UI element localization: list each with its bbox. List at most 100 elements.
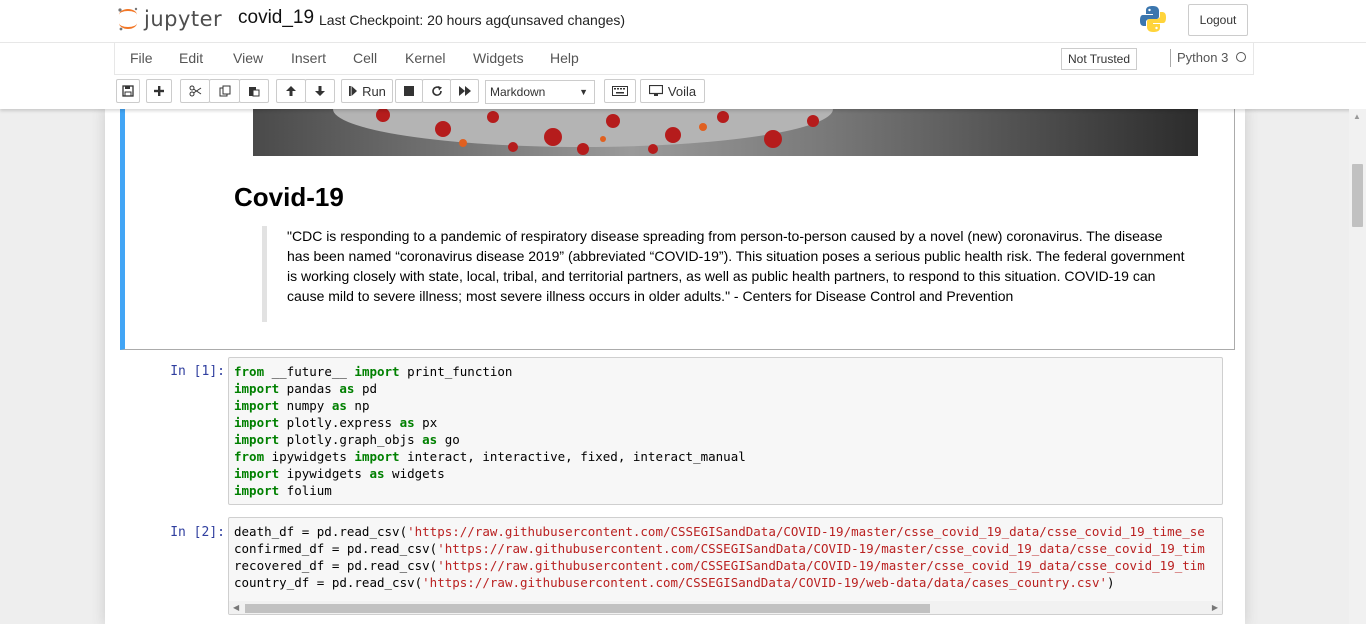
notebook-container: Covid-19 "CDC is responding to a pandemi… <box>105 109 1245 624</box>
logout-button[interactable]: Logout <box>1188 4 1248 36</box>
code-text: recovered_df = pd.read_csv( <box>234 558 438 573</box>
code-string: 'https://raw.githubusercontent.com/CSSEG… <box>437 558 1205 573</box>
move-down-button[interactable] <box>305 79 335 103</box>
code-line: recovered_df = pd.read_csv('https://raw.… <box>234 558 1205 573</box>
code-text: __future__ <box>264 364 355 379</box>
input-prompt: In [1]: <box>170 364 225 379</box>
code-content: death_df = pd.read_csv('https://raw.gith… <box>229 518 1222 596</box>
jupyter-logo[interactable]: jupyter <box>116 5 222 33</box>
run-button[interactable]: Run <box>341 79 393 103</box>
kernel-name: Python 3 <box>1177 50 1229 65</box>
scissors-icon <box>189 85 201 97</box>
chevron-down-icon: ▼ <box>579 87 588 97</box>
page-scrollbar-thumb[interactable] <box>1352 164 1363 227</box>
menu-bar: File Edit View Insert Cell Kernel Widget… <box>114 43 1254 75</box>
code-string: 'https://raw.githubusercontent.com/CSSEG… <box>422 575 1107 590</box>
markdown-cell-selected[interactable]: Covid-19 "CDC is responding to a pandemi… <box>120 109 1235 350</box>
code-line: import ipywidgets as widgets <box>234 466 445 481</box>
menu-insert[interactable]: Insert <box>291 50 326 66</box>
trust-indicator-button[interactable]: Not Trusted <box>1061 48 1138 70</box>
code-text: pd <box>354 381 378 396</box>
horizontal-scrollbar-thumb[interactable] <box>245 604 930 613</box>
code-keyword: from <box>234 364 265 379</box>
scroll-left-icon[interactable]: ◀ <box>233 603 239 612</box>
insert-cell-button[interactable] <box>146 79 172 103</box>
code-keyword: import <box>234 483 280 498</box>
code-text: print_function <box>399 364 513 379</box>
move-up-button[interactable] <box>276 79 306 103</box>
menu-cell[interactable]: Cell <box>353 50 377 66</box>
notebook-name[interactable]: covid_19 <box>238 7 314 29</box>
menu-view[interactable]: View <box>233 50 263 66</box>
code-text: ) <box>1107 575 1115 590</box>
coronavirus-image <box>253 109 1198 156</box>
code-input-area[interactable]: from __future__ import print_function im… <box>228 357 1223 505</box>
code-text: country_df = pd.read_csv( <box>234 575 423 590</box>
save-icon <box>122 85 134 97</box>
code-string: 'https://raw.githubusercontent.com/CSSEG… <box>407 524 1205 539</box>
code-keyword: as <box>331 398 347 413</box>
menu-file[interactable]: File <box>130 50 153 66</box>
scroll-right-icon[interactable]: ▶ <box>1212 603 1218 612</box>
input-prompt: In [2]: <box>170 525 225 540</box>
save-button[interactable] <box>116 79 140 103</box>
markdown-heading: Covid-19 <box>234 182 344 212</box>
cut-button[interactable] <box>180 79 210 103</box>
step-forward-icon <box>349 86 358 96</box>
paste-icon <box>249 87 260 97</box>
code-input-area[interactable]: death_df = pd.read_csv('https://raw.gith… <box>228 517 1223 615</box>
code-text: widgets <box>384 466 445 481</box>
code-text: folium <box>279 483 332 498</box>
keyboard-icon <box>612 86 628 96</box>
code-cell[interactable]: In [1]: from __future__ import print_fun… <box>125 357 1230 505</box>
arrow-down-icon <box>315 86 325 96</box>
jupyter-logo-text: jupyter <box>144 7 223 31</box>
menu-help[interactable]: Help <box>550 50 579 66</box>
copy-button[interactable] <box>209 79 240 103</box>
copy-icon <box>219 85 230 97</box>
code-text: go <box>437 432 460 447</box>
code-content: from __future__ import print_function im… <box>229 358 1222 504</box>
kernel-idle-icon <box>1236 52 1246 62</box>
desktop-icon <box>648 85 663 96</box>
code-text: interact, interactive, fixed, interact_m… <box>399 449 746 464</box>
checkpoint-status: Last Checkpoint: 20 hours ago <box>319 12 509 28</box>
restart-kernel-button[interactable] <box>422 79 451 103</box>
menu-edit[interactable]: Edit <box>179 50 203 66</box>
code-text: confirmed_df = pd.read_csv( <box>234 541 438 556</box>
code-line: confirmed_df = pd.read_csv('https://raw.… <box>234 541 1205 556</box>
cell-type-select[interactable]: Markdown ▼ <box>485 80 595 104</box>
code-line: import numpy as np <box>234 398 369 413</box>
horizontal-scrollbar[interactable]: ◀ ▶ <box>229 601 1222 614</box>
page-vertical-scrollbar[interactable]: ▲ <box>1349 109 1366 624</box>
code-line: import plotly.graph_objs as go <box>234 432 460 447</box>
paste-button[interactable] <box>239 79 269 103</box>
code-keyword: import <box>234 381 280 396</box>
code-keyword: as <box>339 381 355 396</box>
code-cell[interactable]: In [2]: death_df = pd.read_csv('https://… <box>125 517 1230 615</box>
menu-widgets[interactable]: Widgets <box>473 50 524 66</box>
restart-run-all-button[interactable] <box>450 79 479 103</box>
menu-kernel[interactable]: Kernel <box>405 50 445 66</box>
coronavirus-illustration <box>253 109 1198 156</box>
command-palette-button[interactable] <box>604 79 636 103</box>
kernel-separator <box>1170 49 1171 67</box>
code-text: death_df = pd.read_csv( <box>234 524 408 539</box>
code-keyword: import <box>234 398 280 413</box>
run-label: Run <box>362 83 386 99</box>
code-line: from __future__ import print_function <box>234 364 512 379</box>
code-text: pandas <box>279 381 340 396</box>
interrupt-kernel-button[interactable] <box>395 79 423 103</box>
voila-label: Voila <box>667 83 697 99</box>
markdown-blockquote: "CDC is responding to a pandemic of resp… <box>262 226 1187 322</box>
code-text: px <box>414 415 438 430</box>
python-logo-icon <box>1140 6 1166 32</box>
plus-icon <box>154 86 164 96</box>
code-line: death_df = pd.read_csv('https://raw.gith… <box>234 524 1205 539</box>
code-line: import folium <box>234 483 332 498</box>
top-bar: jupyter covid_19 Last Checkpoint: 20 hou… <box>0 0 1366 43</box>
code-keyword: as <box>399 415 415 430</box>
code-keyword: as <box>369 466 385 481</box>
voila-button[interactable]: Voila <box>640 79 705 103</box>
scroll-up-icon[interactable]: ▲ <box>1353 112 1361 121</box>
